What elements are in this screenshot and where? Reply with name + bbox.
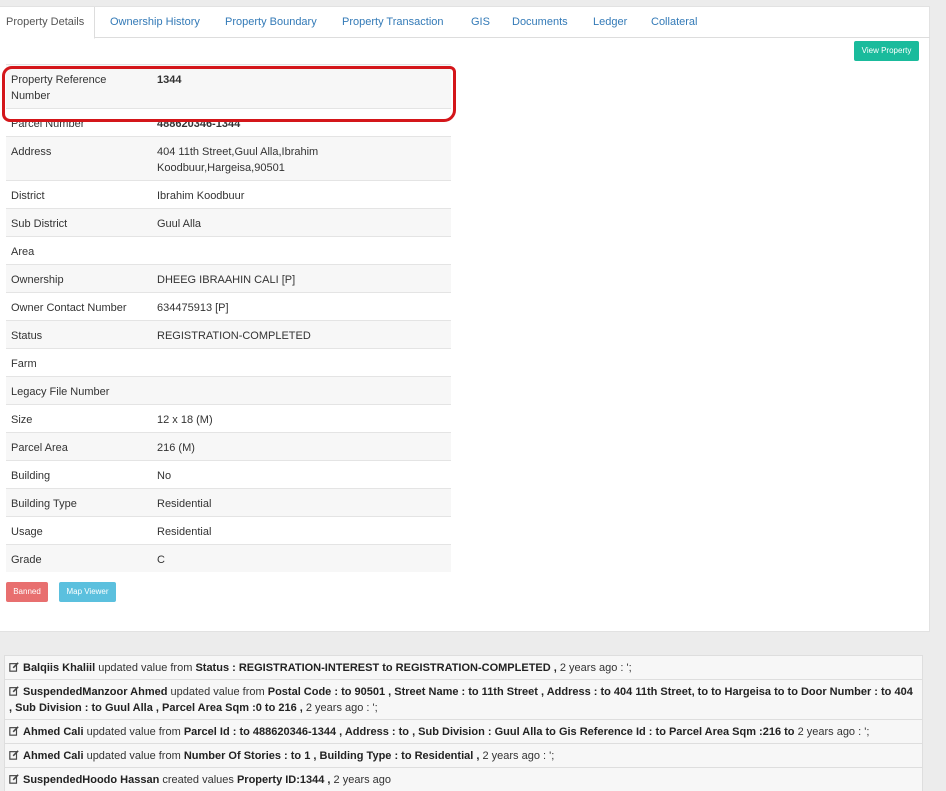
log-changes: Property ID:1344 , bbox=[236, 774, 331, 786]
detail-label: District bbox=[11, 190, 45, 202]
detail-value: DHEEG IBRAAHIN CALI [P] bbox=[157, 274, 296, 286]
detail-label: Area bbox=[11, 246, 35, 258]
detail-value: REGISTRATION-COMPLETED bbox=[157, 330, 311, 342]
log-changes: Status : REGISTRATION-INTEREST to REGIST… bbox=[195, 662, 557, 674]
log-action: created values bbox=[159, 774, 237, 786]
activity-log-item: SuspendedHoodo Hassan created values Pro… bbox=[4, 767, 923, 791]
detail-label: Building bbox=[11, 470, 51, 482]
detail-label: Ownership bbox=[11, 274, 64, 286]
tab-gis[interactable]: GIS bbox=[471, 7, 490, 38]
activity-log-item: SuspendedManzoor Ahmed updated value fro… bbox=[4, 679, 923, 720]
detail-row-sub-district: Sub District Guul Alla bbox=[6, 208, 451, 236]
detail-label: Parcel Number bbox=[11, 118, 85, 130]
detail-row-building-type: Building Type Residential bbox=[6, 488, 451, 516]
detail-value: 1344 bbox=[157, 74, 182, 86]
detail-row-owner-contact-number: Owner Contact Number 634475913 [P] bbox=[6, 292, 451, 320]
detail-label: Building Type bbox=[11, 498, 77, 510]
edit-icon bbox=[9, 774, 19, 784]
detail-row-farm: Farm bbox=[6, 348, 451, 376]
log-time: 2 years ago : '; bbox=[794, 726, 870, 738]
detail-row-grade: Grade C bbox=[6, 544, 451, 572]
detail-label: Legacy File Number bbox=[11, 386, 110, 398]
activity-log-item: Ahmed Cali updated value from Number Of … bbox=[4, 743, 923, 768]
log-time: 2 years ago bbox=[330, 774, 392, 786]
edit-icon bbox=[9, 726, 19, 736]
detail-label: Farm bbox=[11, 358, 37, 370]
log-user: SuspendedHoodo Hassan bbox=[23, 774, 160, 786]
tab-ownership-history[interactable]: Ownership History bbox=[110, 7, 200, 38]
detail-value: Ibrahim Koodbuur bbox=[157, 190, 245, 202]
property-details-table: Property Reference Number 1344 Parcel Nu… bbox=[6, 64, 451, 572]
log-user: Ahmed Cali bbox=[23, 750, 84, 762]
detail-row-address: Address 404 11th Street,Guul Alla,Ibrahi… bbox=[6, 136, 451, 180]
log-changes: Parcel Id : to 488620346-1344 , Address … bbox=[183, 726, 795, 738]
detail-row-status: Status REGISTRATION-COMPLETED bbox=[6, 320, 451, 348]
detail-label: Parcel Area bbox=[11, 442, 68, 454]
tab-property-boundary[interactable]: Property Boundary bbox=[225, 7, 317, 38]
view-property-button[interactable]: View Property bbox=[854, 41, 919, 61]
detail-value: 488620346-1344 bbox=[157, 118, 241, 130]
detail-row-legacy-file-number: Legacy File Number bbox=[6, 376, 451, 404]
detail-label: Property Reference Number bbox=[11, 74, 107, 102]
detail-label: Owner Contact Number bbox=[11, 302, 127, 314]
log-action: updated value from bbox=[83, 750, 184, 762]
log-action: updated value from bbox=[83, 726, 184, 738]
activity-log-item: Ahmed Cali updated value from Parcel Id … bbox=[4, 719, 923, 744]
edit-icon bbox=[9, 662, 19, 672]
log-time: 2 years ago : '; bbox=[302, 702, 378, 714]
banned-button[interactable]: Banned bbox=[6, 582, 48, 602]
tab-collateral[interactable]: Collateral bbox=[651, 7, 697, 38]
detail-value: 12 x 18 (M) bbox=[157, 414, 213, 426]
detail-label: Usage bbox=[11, 526, 43, 538]
map-viewer-button[interactable]: Map Viewer bbox=[59, 582, 116, 602]
edit-icon bbox=[9, 750, 19, 760]
detail-row-area: Area bbox=[6, 236, 451, 264]
detail-value: C bbox=[157, 554, 165, 566]
tab-documents[interactable]: Documents bbox=[512, 7, 568, 38]
detail-value: Guul Alla bbox=[157, 218, 202, 230]
detail-value: 634475913 [P] bbox=[157, 302, 229, 314]
detail-value: 404 11th Street,Guul Alla,Ibrahim Koodbu… bbox=[157, 146, 319, 174]
detail-row-property-reference-number: Property Reference Number 1344 bbox=[6, 64, 451, 108]
detail-label: Grade bbox=[11, 554, 42, 566]
tab-bar: Property Details Ownership History Prope… bbox=[0, 7, 930, 39]
edit-icon bbox=[9, 686, 19, 696]
detail-value: 216 (M) bbox=[157, 442, 195, 454]
log-action: updated value from bbox=[95, 662, 196, 674]
detail-label: Size bbox=[11, 414, 33, 426]
log-user: SuspendedManzoor Ahmed bbox=[23, 686, 168, 698]
detail-label: Address bbox=[11, 146, 52, 158]
detail-row-district: District Ibrahim Koodbuur bbox=[6, 180, 451, 208]
activity-log-item: Balqiis Khaliil updated value from Statu… bbox=[4, 655, 923, 680]
log-action: updated value from bbox=[167, 686, 268, 698]
log-time: 2 years ago : '; bbox=[479, 750, 555, 762]
tab-ledger[interactable]: Ledger bbox=[593, 7, 627, 38]
tab-property-details[interactable]: Property Details bbox=[0, 7, 96, 39]
log-user: Balqiis Khaliil bbox=[23, 662, 96, 674]
detail-row-ownership: Ownership DHEEG IBRAAHIN CALI [P] bbox=[6, 264, 451, 292]
detail-row-parcel-number: Parcel Number 488620346-1344 bbox=[6, 108, 451, 136]
detail-label: Sub District bbox=[11, 218, 68, 230]
detail-row-building: Building No bbox=[6, 460, 451, 488]
detail-value: Residential bbox=[157, 526, 212, 538]
detail-value: Residential bbox=[157, 498, 212, 510]
detail-row-usage: Usage Residential bbox=[6, 516, 451, 544]
log-changes: Number Of Stories : to 1 , Building Type… bbox=[183, 750, 480, 762]
detail-label: Status bbox=[11, 330, 43, 342]
detail-value: No bbox=[157, 470, 172, 482]
log-time: 2 years ago : '; bbox=[556, 662, 632, 674]
log-user: Ahmed Cali bbox=[23, 726, 84, 738]
detail-row-parcel-area: Parcel Area 216 (M) bbox=[6, 432, 451, 460]
detail-row-size: Size 12 x 18 (M) bbox=[6, 404, 451, 432]
tab-property-transaction[interactable]: Property Transaction bbox=[342, 7, 444, 38]
